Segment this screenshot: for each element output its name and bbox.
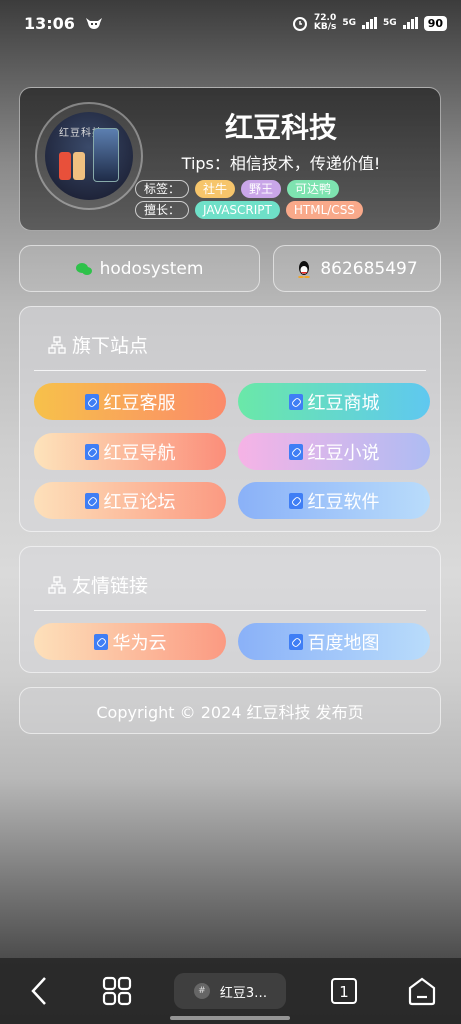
site-link-label: 红豆软件 xyxy=(307,491,380,513)
wechat-button[interactable]: hodosystem xyxy=(19,245,260,292)
copyright-text: Copyright © 2024 红豆科技 发布页 xyxy=(96,702,364,722)
avatar-ring: 红豆科技 xyxy=(35,102,143,210)
link-icon xyxy=(84,443,99,460)
status-bar: 13:06 72.0 KB/s 5G 5G 90 xyxy=(0,0,461,46)
qq-icon xyxy=(298,260,311,278)
net-type-1: 5G xyxy=(342,18,357,28)
tag-badge: 可达鸭 xyxy=(287,180,340,198)
tabs-button[interactable]: 1 xyxy=(324,971,364,1011)
sitemap-icon xyxy=(48,335,66,354)
link-icon xyxy=(84,393,99,410)
apps-button[interactable] xyxy=(97,971,137,1011)
link-icon xyxy=(288,492,303,509)
site-link-ruanjian[interactable]: 红豆软件 xyxy=(238,482,430,519)
tags-row: 标签： 社牛 野王 可达鸭 xyxy=(135,180,340,198)
home-icon xyxy=(408,977,436,1006)
link-icon xyxy=(288,633,303,650)
site-link-xiaoshuo[interactable]: 红豆小说 xyxy=(238,433,430,470)
site-favicon-icon: # xyxy=(193,983,210,999)
friends-section: 友情链接 华为云 百度地图 xyxy=(19,546,441,673)
divider xyxy=(34,370,426,371)
sites-title-text: 旗下站点 xyxy=(72,335,149,357)
friends-title-text: 友情链接 xyxy=(72,575,149,597)
home-button[interactable] xyxy=(402,971,442,1011)
sites-section: 旗下站点 红豆客服 红豆商城 红豆导航 红豆小说 红豆论坛 红豆软件 xyxy=(19,306,441,532)
net-type-2: 5G xyxy=(383,18,397,28)
battery-icon: 90 xyxy=(423,15,447,31)
site-link-label: 红豆小说 xyxy=(307,442,380,464)
browser-nav-bar: # 红豆3… 1 xyxy=(0,958,461,1024)
net-speed: 72.0 KB/s xyxy=(313,13,337,32)
friend-link-label: 华为云 xyxy=(112,632,167,654)
signal-icon xyxy=(362,17,378,29)
friends-title: 友情链接 xyxy=(48,571,148,598)
copyright-footer: Copyright © 2024 红豆科技 发布页 xyxy=(19,687,441,734)
tag-badge: 社牛 xyxy=(195,180,236,198)
friend-link-label: 百度地图 xyxy=(307,632,380,654)
status-time: 13:06 xyxy=(24,13,75,33)
back-icon xyxy=(31,977,46,1005)
skills-label: 擅长： xyxy=(135,201,190,219)
divider xyxy=(34,610,426,611)
tag-badge: 野王 xyxy=(241,180,282,198)
current-tab-pill[interactable]: # 红豆3… xyxy=(174,973,287,1009)
link-icon xyxy=(288,393,303,410)
link-icon xyxy=(288,443,303,460)
site-link-shangcheng[interactable]: 红豆商城 xyxy=(238,383,430,420)
wechat-id: hodosystem xyxy=(99,258,204,279)
wechat-icon xyxy=(75,262,92,275)
avatar: 红豆科技 xyxy=(45,112,133,200)
sites-title: 旗下站点 xyxy=(48,331,148,358)
svg-text:1: 1 xyxy=(340,983,350,1001)
page-title: 红豆科技 xyxy=(224,111,337,144)
back-button[interactable] xyxy=(19,971,59,1011)
friend-link-baiduditu[interactable]: 百度地图 xyxy=(238,623,430,660)
home-indicator xyxy=(170,1016,290,1020)
skill-badge: HTML/CSS xyxy=(285,201,363,219)
qq-button[interactable]: 862685497 xyxy=(273,245,441,292)
site-link-label: 红豆商城 xyxy=(307,392,380,414)
skill-badge: JAVASCRIPT xyxy=(195,201,280,219)
link-icon xyxy=(84,492,99,509)
tips-text: Tips：相信技术，传递价值! xyxy=(181,154,381,173)
qq-number: 862685497 xyxy=(320,258,418,279)
grid-icon xyxy=(102,976,131,1006)
skills-row: 擅长： JAVASCRIPT HTML/CSS xyxy=(135,201,363,219)
bull-icon xyxy=(85,18,102,29)
tags-label: 标签： xyxy=(135,180,190,198)
site-link-luntan[interactable]: 红豆论坛 xyxy=(34,482,226,519)
site-link-label: 红豆导航 xyxy=(103,442,176,464)
tabs-count-icon: 1 xyxy=(331,978,358,1004)
profile-card: 红豆科技 红豆科技 Tips：相信技术，传递价值! 标签： 社牛 野王 可达鸭 … xyxy=(19,87,441,231)
site-link-kefu[interactable]: 红豆客服 xyxy=(34,383,226,420)
signal-icon-2 xyxy=(402,17,418,29)
friend-link-huaweiyun[interactable]: 华为云 xyxy=(34,623,226,660)
site-link-daohang[interactable]: 红豆导航 xyxy=(34,433,226,470)
sitemap-icon xyxy=(48,575,66,594)
link-icon xyxy=(93,633,108,650)
tab-title: 红豆3… xyxy=(219,985,268,1001)
site-link-label: 红豆论坛 xyxy=(103,491,176,513)
alarm-icon xyxy=(292,17,307,31)
site-link-label: 红豆客服 xyxy=(103,392,176,414)
